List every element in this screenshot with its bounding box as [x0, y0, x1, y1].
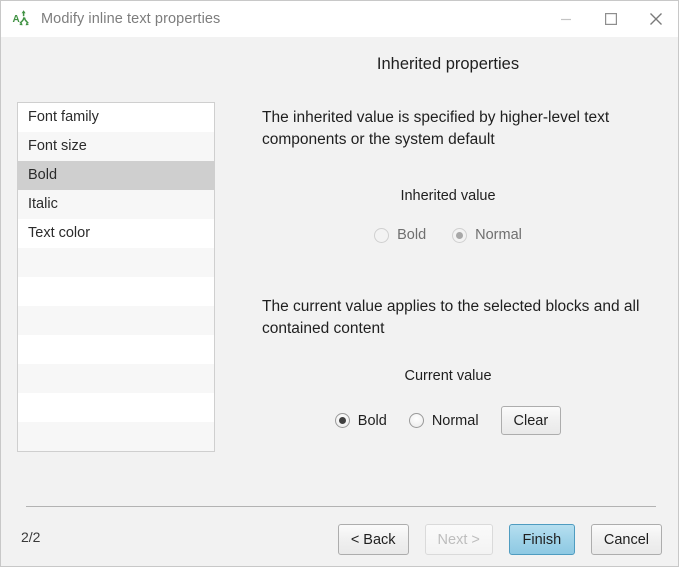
inherited-description: The inherited value is specified by high…: [262, 109, 610, 148]
list-item[interactable]: [18, 422, 214, 451]
window-title: Modify inline text properties: [41, 11, 221, 27]
text-properties-icon: A: [13, 10, 29, 26]
minimize-icon[interactable]: [543, 1, 588, 37]
list-item[interactable]: [18, 306, 214, 335]
radio-label: Normal: [475, 227, 522, 243]
inherited-value-radio-group: Bold Normal: [233, 227, 663, 243]
list-item[interactable]: [18, 277, 214, 306]
radio-circle-icon[interactable]: [334, 413, 350, 428]
title-bar: A Modify inline text properties: [1, 1, 678, 37]
svg-text:A: A: [13, 14, 20, 25]
current-description: The current value applies to the selecte…: [262, 298, 640, 337]
next-button: Next >: [424, 524, 493, 555]
radio-label: Bold: [397, 227, 427, 243]
window-controls: [543, 1, 678, 37]
list-item-bold-selected[interactable]: Bold: [18, 161, 214, 190]
close-icon[interactable]: [633, 1, 678, 37]
list-item-label: Bold: [28, 167, 58, 183]
list-item[interactable]: Font family: [18, 103, 214, 132]
list-item-label: Italic: [28, 196, 58, 212]
property-list[interactable]: Font family Font size Bold Italic Text c…: [17, 102, 215, 452]
current-value-radio-group: Bold Normal Clear: [233, 406, 663, 435]
cancel-button[interactable]: Cancel: [590, 524, 662, 555]
radio-circle-icon: [452, 227, 468, 243]
clear-button[interactable]: Clear: [500, 406, 562, 435]
current-radio-normal[interactable]: Normal: [408, 412, 479, 429]
radio-label: Normal: [431, 412, 479, 429]
list-item[interactable]: [18, 393, 214, 422]
list-item[interactable]: Font size: [18, 132, 214, 161]
radio-circle-icon: [374, 227, 390, 243]
dialog-window: A Modify inline text properties Font fam…: [0, 0, 679, 567]
footer-separator: [26, 506, 656, 507]
pane-title: Inherited properties: [376, 55, 520, 73]
finish-button[interactable]: Finish: [508, 524, 575, 555]
list-item[interactable]: Text color: [18, 219, 214, 248]
list-item[interactable]: [18, 335, 214, 364]
radio-label: Bold: [357, 412, 387, 429]
page-indicator: 2/2: [21, 529, 41, 545]
properties-pane: Inherited properties The inherited value…: [233, 45, 663, 485]
footer-buttons: < Back Next > Finish Cancel: [337, 524, 662, 555]
current-value-label: Current value: [404, 368, 492, 384]
inherited-radio-normal: Normal: [452, 227, 522, 243]
radio-circle-icon[interactable]: [408, 413, 424, 428]
maximize-icon[interactable]: [588, 1, 633, 37]
list-item[interactable]: Italic: [18, 190, 214, 219]
current-radio-bold[interactable]: Bold: [334, 412, 387, 429]
list-item[interactable]: [18, 364, 214, 393]
list-item[interactable]: [18, 248, 214, 277]
list-item-label: Font size: [28, 138, 87, 154]
back-button[interactable]: < Back: [337, 524, 409, 555]
inherited-value-label: Inherited value: [400, 188, 496, 204]
inherited-radio-bold: Bold: [374, 227, 426, 243]
list-item-label: Text color: [28, 225, 91, 241]
list-item-label: Font family: [28, 109, 99, 125]
